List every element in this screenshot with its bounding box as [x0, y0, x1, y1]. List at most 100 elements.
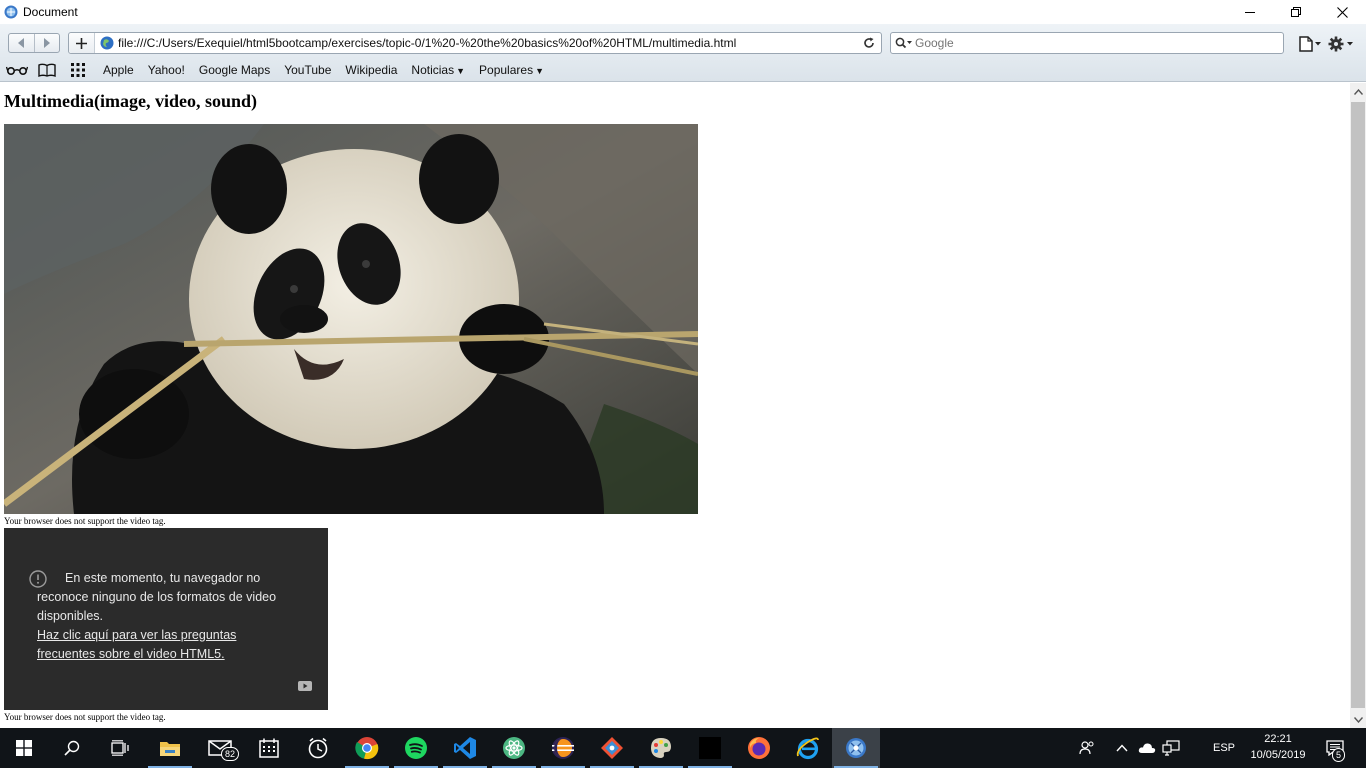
file-explorer-button[interactable]: [146, 728, 194, 768]
cloud-icon: [1138, 743, 1156, 753]
system-clock[interactable]: 22:21 10/05/2019: [1246, 731, 1310, 763]
terminal-button[interactable]: [686, 728, 734, 768]
bookmark-apple[interactable]: Apple: [96, 63, 141, 77]
task-view-icon: [111, 740, 129, 756]
grid-icon: [71, 63, 85, 77]
page-scrollbar[interactable]: [1350, 83, 1366, 728]
bookmarks-button[interactable]: [34, 60, 60, 80]
spotify-button[interactable]: [392, 728, 440, 768]
video-fallback-text: Your browser does not support the video …: [4, 516, 166, 526]
settings-menu-button[interactable]: [1328, 34, 1356, 54]
caret-down-icon: ▼: [535, 66, 544, 76]
caret-down-icon: ▼: [456, 66, 466, 76]
bookmark-folder-populares[interactable]: Populares ▼: [472, 63, 551, 77]
html5-video-faq-link[interactable]: Haz clic aquí para ver las preguntas fre…: [37, 626, 297, 664]
vscode-button[interactable]: [441, 728, 489, 768]
page-menu-button[interactable]: [1298, 34, 1322, 54]
folder-icon: [160, 742, 180, 756]
firefox-icon: [748, 737, 770, 759]
chevron-down-icon: [1353, 716, 1363, 723]
spotify-icon: [405, 737, 427, 759]
minimize-button[interactable]: [1227, 0, 1273, 24]
top-sites-button[interactable]: [60, 60, 96, 80]
search-engine-button[interactable]: [893, 37, 915, 49]
mail-button[interactable]: 82: [196, 728, 244, 768]
search-input[interactable]: [915, 34, 1283, 52]
close-icon: [1336, 6, 1348, 18]
address-bar[interactable]: file:///C:/Users/Exequiel/html5bootcamp/…: [68, 32, 882, 54]
restore-icon: [1291, 7, 1301, 17]
chrome-icon: [355, 737, 379, 760]
input-language-button[interactable]: ESP: [1205, 728, 1243, 768]
alarms-clock-button[interactable]: [294, 728, 342, 768]
chevron-up-icon: [1116, 744, 1128, 752]
minimize-icon: [1245, 12, 1255, 13]
url-text[interactable]: file:///C:/Users/Exequiel/html5bootcamp/…: [118, 36, 859, 50]
bookmark-youtube[interactable]: YouTube: [277, 63, 338, 77]
navigation-buttons: [8, 33, 60, 53]
browser-app-icon: [4, 5, 18, 19]
chrome-button[interactable]: [343, 728, 391, 768]
bookmark-folder-noticias[interactable]: Noticias ▼: [404, 63, 472, 77]
people-icon: [1079, 741, 1094, 755]
firefox-button[interactable]: [735, 728, 783, 768]
browser-app-icon: [846, 738, 866, 758]
start-button[interactable]: [0, 728, 48, 768]
video-player[interactable]: En este momento, tu navegador no reconoc…: [4, 528, 328, 710]
glasses-icon: [6, 66, 28, 75]
bookmark-google-maps[interactable]: Google Maps: [192, 63, 277, 77]
search-icon: [895, 37, 912, 49]
page-menu-icon: [1299, 36, 1321, 52]
vscode-icon: [454, 737, 476, 759]
calendar-icon: [259, 738, 279, 758]
reload-button[interactable]: [859, 33, 879, 53]
page-heading: Multimedia(image, video, sound): [4, 91, 258, 111]
new-tab-button[interactable]: [69, 33, 95, 53]
reload-icon: [864, 37, 874, 48]
task-view-button[interactable]: [96, 728, 144, 768]
git-icon: [601, 737, 623, 759]
bookmarks-bar: Apple Yahoo! Google Maps YouTube Wikiped…: [0, 59, 1366, 82]
windows-logo-icon: [16, 740, 32, 756]
window-title: Document: [23, 5, 78, 19]
show-hidden-icons-button[interactable]: [1112, 728, 1132, 768]
current-browser-button[interactable]: [832, 728, 880, 768]
bookmark-wikipedia[interactable]: Wikipedia: [338, 63, 404, 77]
back-button[interactable]: [9, 34, 34, 52]
bookmark-folder-label: Noticias: [411, 63, 455, 77]
git-gui-button[interactable]: [588, 728, 636, 768]
chevron-up-icon: [1353, 88, 1363, 95]
search-button[interactable]: [48, 728, 96, 768]
network-button[interactable]: [1160, 728, 1182, 768]
clock-icon: [308, 737, 328, 759]
search-bar[interactable]: [890, 32, 1284, 54]
back-arrow-icon: [18, 38, 25, 48]
forward-button[interactable]: [33, 34, 60, 52]
eclipse-button[interactable]: [539, 728, 587, 768]
video-unsupported-message: En este momento, tu navegador no reconoc…: [37, 571, 277, 623]
bookmark-yahoo[interactable]: Yahoo!: [141, 63, 192, 77]
scroll-thumb[interactable]: [1351, 102, 1365, 708]
action-center-button[interactable]: 5: [1318, 728, 1352, 768]
scroll-down-button[interactable]: [1350, 711, 1366, 728]
browser-toolbar: file:///C:/Users/Exequiel/html5bootcamp/…: [0, 24, 1366, 59]
onedrive-button[interactable]: [1136, 728, 1158, 768]
internet-explorer-button[interactable]: [784, 728, 832, 768]
scroll-up-button[interactable]: [1350, 83, 1366, 100]
input-language-label: ESP: [1212, 742, 1235, 754]
window-title-bar: Document: [0, 0, 1366, 24]
bookmark-folder-label: Populares: [479, 63, 534, 77]
calendar-button[interactable]: [245, 728, 293, 768]
terminal-icon: [699, 737, 721, 759]
book-icon: [38, 63, 56, 77]
gear-icon: [1328, 36, 1353, 52]
atom-button[interactable]: [490, 728, 538, 768]
panda-image: [4, 124, 698, 514]
close-button[interactable]: [1319, 0, 1365, 24]
restore-button[interactable]: [1273, 0, 1319, 24]
eclipse-icon: [552, 737, 574, 759]
people-button[interactable]: [1076, 728, 1098, 768]
paint-button[interactable]: [637, 728, 685, 768]
clock-time: 22:21: [1264, 733, 1292, 745]
reading-list-button[interactable]: [0, 60, 34, 80]
